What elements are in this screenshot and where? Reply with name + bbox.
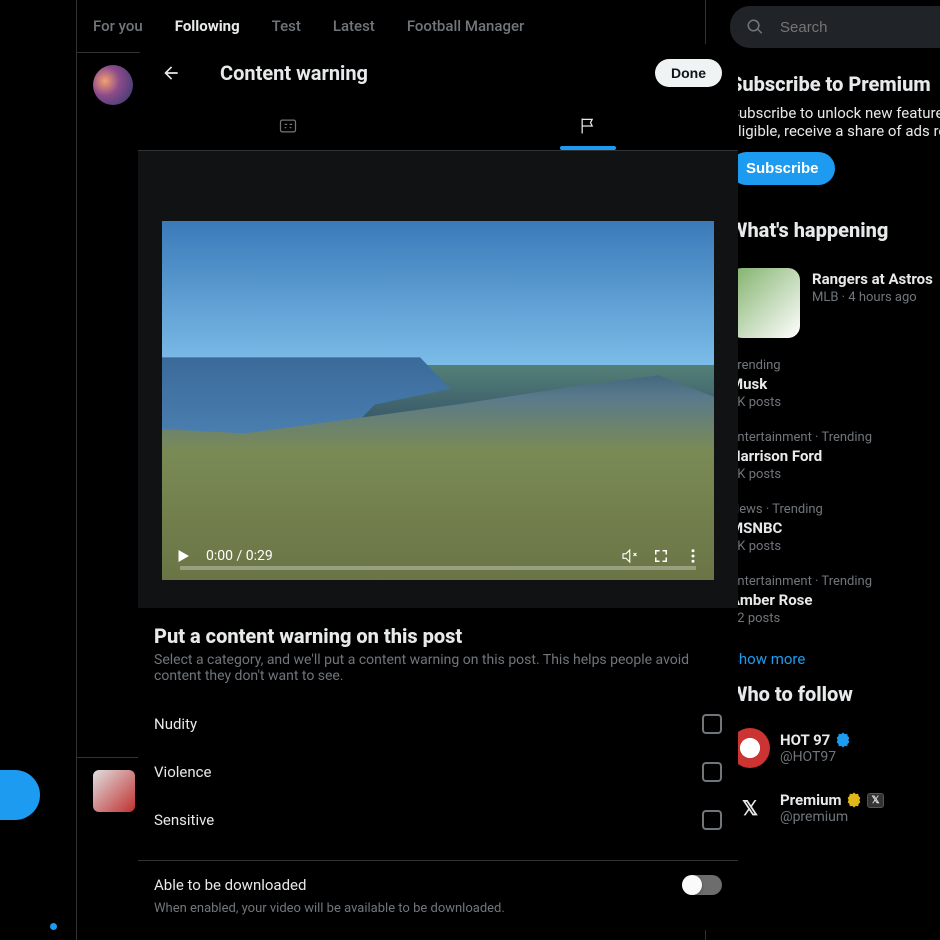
search-icon — [746, 18, 764, 36]
verified-badge-icon — [834, 731, 852, 749]
download-title: Able to be downloaded — [154, 876, 306, 894]
download-toggle[interactable] — [682, 875, 722, 895]
search-box[interactable] — [730, 6, 940, 48]
content-warning-modal: Content warning Done 0:00 / 0:29 Put a c… — [138, 44, 738, 930]
tab-for-you[interactable]: For you — [77, 0, 159, 52]
video-preview-area: 0:00 / 0:29 — [138, 151, 738, 608]
progress-bar[interactable] — [180, 566, 696, 570]
cw-option-sensitive[interactable]: Sensitive — [154, 796, 722, 844]
trend-item[interactable]: Entertainment · Trending Harrison Ford 9… — [730, 420, 940, 492]
trending-event[interactable]: Rangers at Astros MLB · 4 hours ago — [730, 258, 940, 348]
cw-description: Select a category, and we'll put a conte… — [154, 652, 722, 684]
event-thumbnail — [730, 268, 800, 338]
content-warning-section: Put a content warning on this post Selec… — [138, 608, 738, 860]
follow-suggestion[interactable]: 𝕏 Premium 𝕏 @premium — [730, 778, 940, 838]
follow-name: HOT 97 — [780, 731, 852, 749]
premium-card: Subscribe to Premium Subscribe to unlock… — [730, 64, 940, 202]
trending-card: What's happening Rangers at Astros MLB ·… — [730, 218, 940, 682]
more-icon[interactable] — [684, 547, 702, 565]
tab-captions[interactable] — [138, 102, 438, 150]
affiliate-badge: 𝕏 — [867, 793, 883, 808]
flag-icon — [578, 116, 598, 136]
trend-item[interactable]: Trending Musk 7K posts — [730, 348, 940, 420]
video-time: 0:00 / 0:29 — [206, 548, 606, 564]
cc-icon — [278, 116, 298, 136]
modal-header: Content warning Done — [138, 44, 738, 102]
done-button[interactable]: Done — [655, 59, 722, 87]
subscribe-button[interactable]: Subscribe — [730, 152, 835, 185]
mute-icon[interactable] — [620, 547, 638, 565]
follow-handle: @premium — [780, 809, 884, 825]
checkbox-violence[interactable] — [702, 762, 722, 782]
right-sidebar: Subscribe to Premium Subscribe to unlock… — [706, 0, 940, 940]
fullscreen-icon[interactable] — [652, 547, 670, 565]
follow-handle: @HOT97 — [780, 749, 852, 765]
event-meta: MLB · 4 hours ago — [812, 290, 933, 305]
download-description: When enabled, your video will be availab… — [154, 901, 722, 916]
verified-badge-icon — [845, 791, 863, 809]
trending-title: What's happening — [730, 218, 940, 242]
nav-sidebar — [0, 0, 76, 940]
checkbox-sensitive[interactable] — [702, 810, 722, 830]
premium-title: Subscribe to Premium — [730, 72, 940, 96]
follow-card: Who to follow HOT 97 @HOT97 𝕏 Premium — [730, 682, 940, 838]
compose-button[interactable] — [0, 770, 40, 820]
download-section: Able to be downloaded When enabled, your… — [138, 860, 738, 930]
modal-title: Content warning — [220, 61, 623, 85]
tab-content-warning[interactable] — [438, 102, 738, 150]
checkbox-nudity[interactable] — [702, 714, 722, 734]
post-thumbnail — [93, 770, 135, 812]
cw-option-violence[interactable]: Violence — [154, 748, 722, 796]
search-input[interactable] — [780, 19, 940, 36]
video-controls: 0:00 / 0:29 — [162, 532, 714, 580]
play-icon[interactable] — [174, 547, 192, 565]
trend-item[interactable]: Entertainment · Trending Amber Rose 52 p… — [730, 564, 940, 636]
trend-item[interactable]: News · Trending MSNBC 3K posts — [730, 492, 940, 564]
notification-dot — [50, 923, 57, 930]
event-title: Rangers at Astros — [812, 270, 933, 288]
modal-tabs — [138, 102, 738, 151]
user-avatar[interactable] — [93, 65, 133, 105]
cw-heading: Put a content warning on this post — [154, 624, 722, 648]
cw-option-nudity[interactable]: Nudity — [154, 700, 722, 748]
premium-desc: Subscribe to unlock new features and if … — [730, 104, 940, 140]
show-more-link[interactable]: Show more — [730, 636, 940, 682]
follow-name: Premium 𝕏 — [780, 791, 884, 809]
video-player[interactable]: 0:00 / 0:29 — [162, 221, 714, 580]
follow-suggestion[interactable]: HOT 97 @HOT97 — [730, 718, 940, 778]
follow-title: Who to follow — [730, 682, 940, 706]
arrow-left-icon — [161, 63, 181, 83]
back-button[interactable] — [154, 56, 188, 90]
